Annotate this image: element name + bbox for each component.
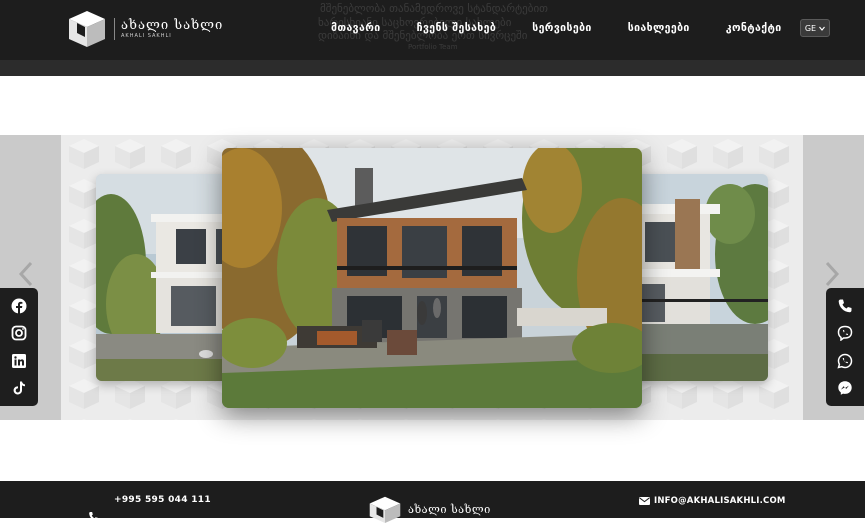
- footer-email[interactable]: INFO@AKHALISAKHLI.COM: [639, 496, 786, 506]
- footer-email-text: INFO@AKHALISAKHLI.COM: [654, 496, 786, 506]
- nav-item-home[interactable]: მთავარი: [331, 22, 381, 34]
- envelope-icon: [639, 497, 650, 505]
- footer-phone[interactable]: +995 595 044 111: [114, 495, 211, 505]
- nav-item-services[interactable]: სერვისები: [532, 22, 592, 34]
- header-band: [0, 60, 865, 76]
- social-links-bar: [0, 288, 38, 406]
- facebook-icon[interactable]: [11, 298, 27, 314]
- logo-cube-icon: [69, 11, 105, 47]
- chevron-right-icon: [825, 261, 840, 287]
- site-logo[interactable]: ახალი სახლი AKHALI SAKHLI: [67, 9, 223, 49]
- ghost-text-line: მშენებლობა თანამედროვე სტანდარტებით: [320, 2, 548, 15]
- footer-logo-title: ახალი სახლი: [408, 503, 491, 516]
- phone-icon: [88, 507, 99, 526]
- main-nav: მთავარი ჩვენს შესახებ სერვისები სიახლეებ…: [331, 22, 782, 34]
- gallery-slide-center[interactable]: [222, 148, 642, 408]
- house-image-center: [222, 148, 642, 408]
- phone-icon[interactable]: [837, 298, 853, 314]
- logo-title: ახალი სახლი: [121, 18, 224, 33]
- nav-item-contact[interactable]: კონტაქტი: [726, 22, 782, 34]
- project-gallery: [0, 135, 865, 420]
- linkedin-icon[interactable]: [11, 353, 27, 369]
- viber-icon[interactable]: [837, 325, 853, 342]
- logo-subtitle: AKHALI SAKHLI: [121, 33, 172, 39]
- chevron-down-icon: [819, 26, 826, 31]
- nav-item-about[interactable]: ჩვენს შესახებ: [417, 22, 497, 34]
- nav-item-news[interactable]: სიახლეები: [628, 22, 690, 34]
- contact-links-bar: [826, 288, 864, 406]
- instagram-icon[interactable]: [11, 325, 27, 341]
- messenger-icon[interactable]: [837, 380, 853, 396]
- ghost-text-line: Portfolio Team: [408, 43, 458, 51]
- site-footer: +995 595 044 111 ახალი სახლი INFO@AKHALI…: [0, 481, 865, 523]
- whatsapp-icon[interactable]: [837, 353, 853, 369]
- chevron-left-icon: [18, 261, 33, 287]
- logo-cube-icon: [369, 496, 401, 523]
- tiktok-icon[interactable]: [11, 380, 27, 396]
- language-label: GE: [804, 23, 817, 33]
- site-header: მშენებლობა თანამედროვე სტანდარტებით ხარი…: [0, 0, 865, 60]
- language-selector[interactable]: GE: [800, 19, 830, 37]
- footer-logo[interactable]: ახალი სახლი: [368, 495, 491, 523]
